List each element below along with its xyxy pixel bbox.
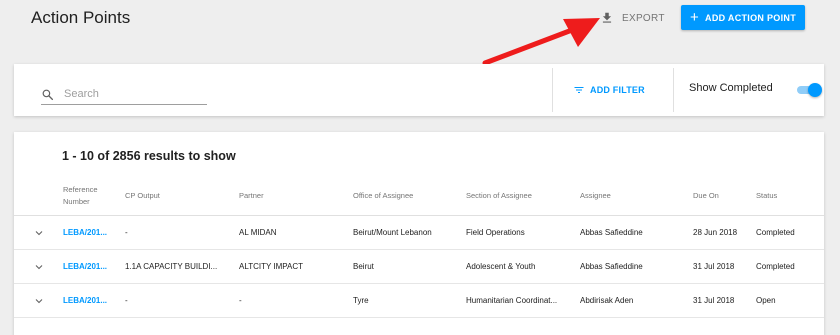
filter-bar: ADD FILTER Show Completed xyxy=(14,64,824,116)
due-on-cell: 28 Jun 2018 xyxy=(693,228,738,237)
chevron-down-icon[interactable] xyxy=(33,261,45,273)
show-completed-label: Show Completed xyxy=(689,82,773,94)
divider xyxy=(673,68,674,112)
column-header-office[interactable]: Office of Assignee xyxy=(353,190,413,202)
download-icon xyxy=(602,12,612,23)
column-header-partner[interactable]: Partner xyxy=(239,190,264,202)
column-header-section[interactable]: Section of Assignee xyxy=(466,190,532,202)
column-header-cp-output[interactable]: CP Output xyxy=(125,190,160,202)
status-cell: Open xyxy=(756,296,776,305)
section-cell: Field Operations xyxy=(466,228,525,237)
chevron-down-icon[interactable] xyxy=(33,295,45,307)
column-header-reference[interactable]: Reference Number xyxy=(63,184,98,208)
partner-cell: ALTCITY IMPACT xyxy=(239,262,304,271)
reference-link[interactable]: LEBA/201... xyxy=(63,228,107,237)
section-cell: Humanitarian Coordinat... xyxy=(466,296,558,305)
search-field[interactable] xyxy=(41,84,207,105)
column-header-reference-line2: Number xyxy=(63,197,90,206)
filter-list-icon xyxy=(574,87,584,93)
cp-output-cell: - xyxy=(125,296,128,305)
partner-cell: AL MIDAN xyxy=(239,228,277,237)
add-action-point-label: ADD ACTION POINT xyxy=(705,12,797,23)
status-cell: Completed xyxy=(756,262,795,271)
column-header-status[interactable]: Status xyxy=(756,190,777,202)
assignee-cell: Abbas Safieddine xyxy=(580,228,643,237)
chevron-down-icon[interactable] xyxy=(33,227,45,239)
column-header-due-on[interactable]: Due On xyxy=(693,190,719,202)
section-cell: Adolescent & Youth xyxy=(466,262,536,271)
reference-link[interactable]: LEBA/201... xyxy=(63,296,107,305)
search-icon xyxy=(42,89,54,100)
table-row[interactable]: LEBA/201... - AL MIDAN Beirut/Mount Leba… xyxy=(14,216,824,250)
status-cell: Completed xyxy=(756,228,795,237)
column-header-assignee[interactable]: Assignee xyxy=(580,190,611,202)
column-header-reference-line1: Reference xyxy=(63,185,98,194)
page-title: Action Points xyxy=(31,8,131,27)
show-completed-toggle[interactable] xyxy=(795,83,822,97)
add-action-point-button[interactable]: + ADD ACTION POINT xyxy=(681,5,805,30)
page-header: Action Points EXPORT + ADD ACTION POINT xyxy=(0,0,840,44)
export-button[interactable]: EXPORT xyxy=(600,8,665,28)
partner-cell: - xyxy=(239,296,242,305)
plus-icon: + xyxy=(689,9,700,26)
office-cell: Tyre xyxy=(353,296,369,305)
assignee-cell: Abdirisak Aden xyxy=(580,296,634,305)
due-on-cell: 31 Jul 2018 xyxy=(693,296,735,305)
table-row[interactable]: LEBA/201... 1.1A CAPACITY BUILDI... ALTC… xyxy=(14,250,824,284)
results-count: 1 - 10 of 2856 results to show xyxy=(62,149,236,163)
table-row[interactable]: LEBA/201... - - Tyre Humanitarian Coordi… xyxy=(14,284,824,318)
search-input[interactable] xyxy=(64,88,194,100)
office-cell: Beirut/Mount Lebanon xyxy=(353,228,432,237)
cp-output-cell: 1.1A CAPACITY BUILDI... xyxy=(125,262,218,271)
export-label: EXPORT xyxy=(622,12,665,24)
toggle-knob xyxy=(808,83,822,97)
due-on-cell: 31 Jul 2018 xyxy=(693,262,735,271)
add-filter-label: ADD FILTER xyxy=(590,85,645,95)
assignee-cell: Abbas Safieddine xyxy=(580,262,643,271)
action-points-list: 1 - 10 of 2856 results to show Reference… xyxy=(14,132,824,335)
cp-output-cell: - xyxy=(125,228,128,237)
add-filter-button[interactable]: ADD FILTER xyxy=(573,84,645,96)
reference-link[interactable]: LEBA/201... xyxy=(63,262,107,271)
office-cell: Beirut xyxy=(353,262,374,271)
divider xyxy=(552,68,553,112)
